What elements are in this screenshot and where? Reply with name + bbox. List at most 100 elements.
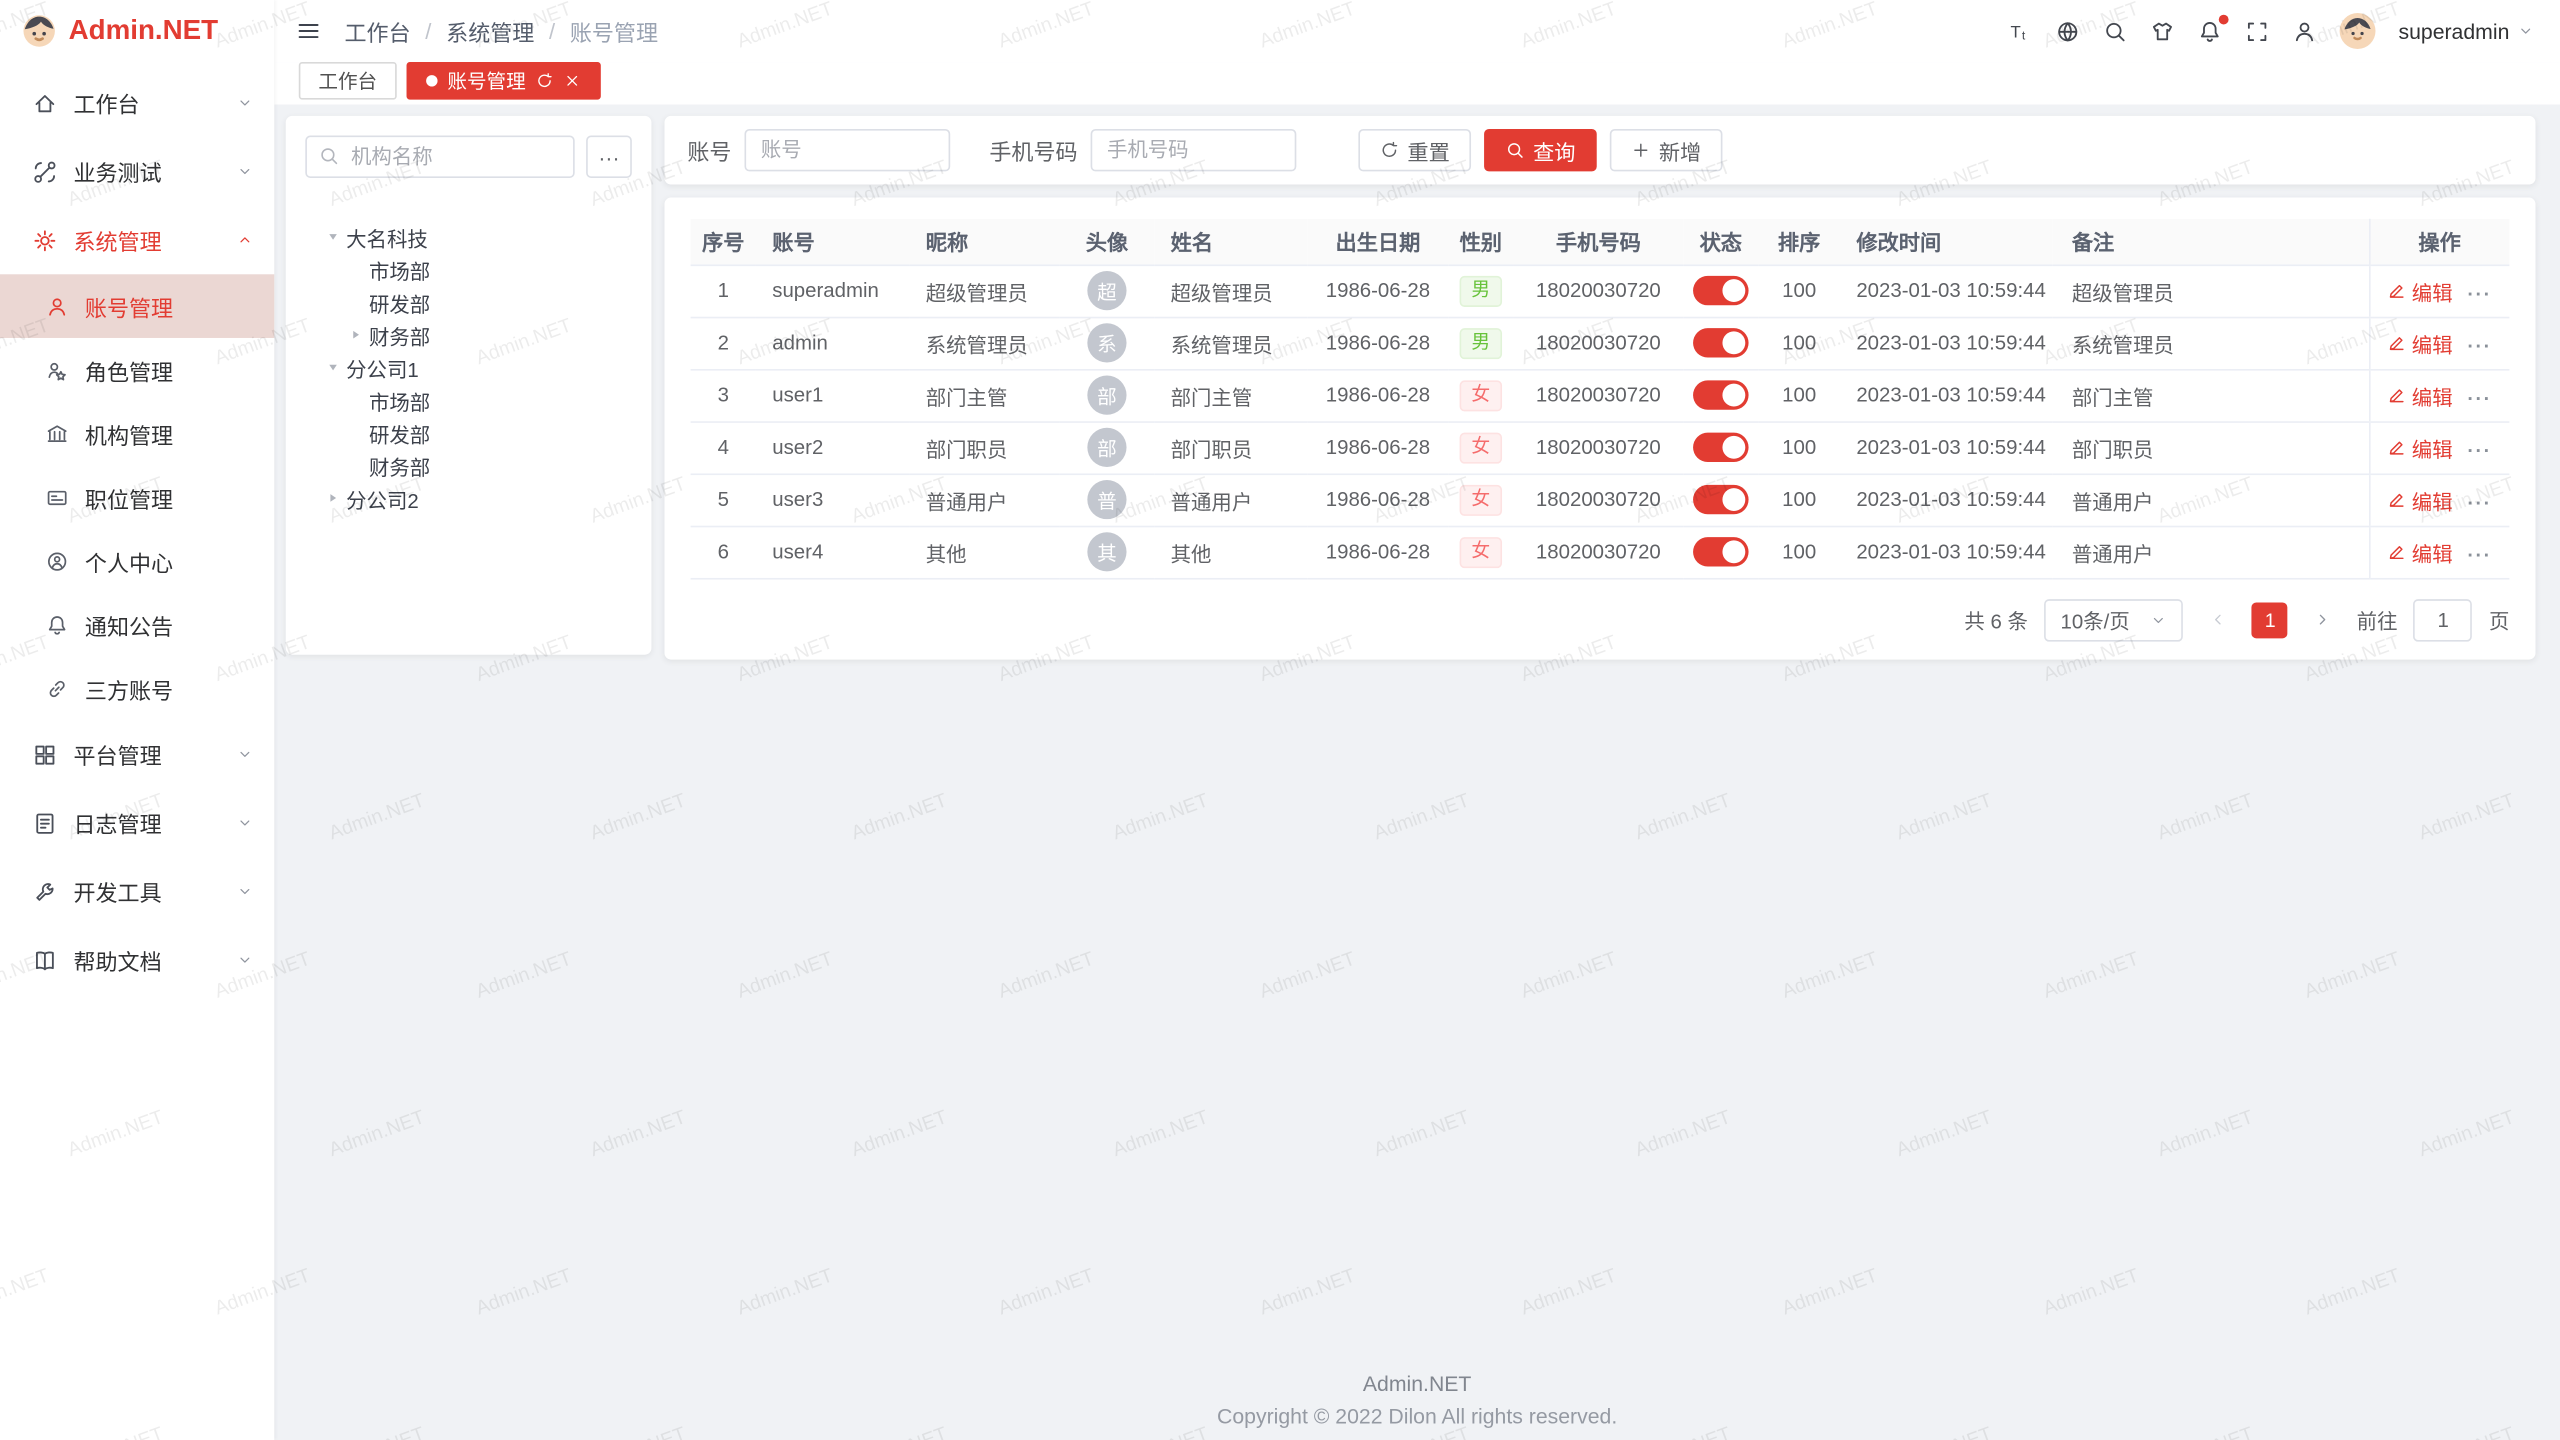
table-row: 4user2部门职员部部门职员1986-06-28女18020030720100… <box>691 421 2510 473</box>
search-button[interactable]: 查询 <box>1484 129 1597 171</box>
column-header: 操作 <box>2369 219 2509 265</box>
tab-account-mgmt[interactable]: 账号管理 <box>407 61 601 99</box>
tree-node[interactable]: 财务部 <box>305 449 632 482</box>
hamburger-menu-icon[interactable] <box>296 18 322 44</box>
font-size-icon[interactable]: Tt <box>2008 19 2032 43</box>
row-more-button[interactable]: ··· <box>2467 335 2491 358</box>
cell-remark: 普通用户 <box>2052 473 2369 525</box>
add-button-label: 新增 <box>1659 135 1701 166</box>
row-more-button[interactable]: ··· <box>2467 282 2491 305</box>
breadcrumb-item[interactable]: 系统管理 <box>446 15 534 48</box>
cell-gender: 男 <box>1448 264 1513 316</box>
sidebar-item-log-mgmt[interactable]: 日志管理 <box>0 789 274 858</box>
sidebar-item-position-mgmt[interactable]: 职位管理 <box>0 465 274 529</box>
edit-button[interactable]: 编辑 <box>2387 327 2452 358</box>
footer: Admin.NET Copyright © 2022 Dilon All rig… <box>274 1371 2560 1428</box>
page-number-button[interactable]: 1 <box>2252 602 2288 638</box>
status-toggle[interactable] <box>1693 433 1749 462</box>
tree-node[interactable]: 大名科技 <box>305 220 632 253</box>
tree-node[interactable]: 市场部 <box>305 384 632 417</box>
cell-account: user2 <box>756 421 909 473</box>
tree-node[interactable]: 分公司2 <box>305 482 632 515</box>
org-more-button[interactable]: ··· <box>586 136 632 178</box>
cell-nickname: 系统管理员 <box>909 317 1059 369</box>
sidebar-item-business-test[interactable]: 业务测试 <box>0 137 274 206</box>
sidebar-item-platform-mgmt[interactable]: 平台管理 <box>0 720 274 789</box>
sidebar-item-system-mgmt[interactable]: 系统管理 <box>0 206 274 275</box>
tab-workbench[interactable]: 工作台 <box>299 61 397 99</box>
caret-down-icon[interactable] <box>325 359 341 375</box>
status-toggle[interactable] <box>1693 328 1749 357</box>
gender-badge: 男 <box>1460 327 1502 358</box>
cell-remark: 普通用户 <box>2052 526 2369 578</box>
notification-bell-icon[interactable] <box>2198 19 2222 43</box>
edit-button[interactable]: 编辑 <box>2387 536 2452 567</box>
cell-status <box>1683 421 1758 473</box>
fullscreen-icon[interactable] <box>2245 19 2269 43</box>
tab-refresh-icon[interactable] <box>536 71 554 89</box>
reset-button[interactable]: 重置 <box>1358 129 1471 171</box>
column-header: 排序 <box>1758 219 1840 265</box>
edit-button[interactable]: 编辑 <box>2387 432 2452 463</box>
cell-name: 部门主管 <box>1154 369 1307 421</box>
caret-down-icon[interactable] <box>325 229 341 245</box>
row-more-button[interactable]: ··· <box>2467 544 2491 567</box>
user-menu[interactable]: superadmin <box>2398 19 2533 43</box>
column-header: 昵称 <box>909 219 1059 265</box>
tree-node[interactable]: 研发部 <box>305 416 632 449</box>
sidebar-item-notice[interactable]: 通知公告 <box>0 593 274 657</box>
edit-button[interactable]: 编辑 <box>2387 380 2452 411</box>
globe-icon[interactable] <box>2056 19 2080 43</box>
edit-icon <box>2387 490 2407 510</box>
sidebar-item-account-mgmt[interactable]: 账号管理 <box>0 274 274 338</box>
row-more-button[interactable]: ··· <box>2467 387 2491 410</box>
page-size-select[interactable]: 10条/页 <box>2044 598 2183 640</box>
account-input[interactable] <box>744 129 950 171</box>
row-more-button[interactable]: ··· <box>2467 491 2491 514</box>
tree-node[interactable]: 市场部 <box>305 253 632 286</box>
sidebar-item-help-docs[interactable]: 帮助文档 <box>0 926 274 995</box>
caret-right-icon[interactable] <box>325 490 341 506</box>
status-toggle[interactable] <box>1693 276 1749 305</box>
sidebar-item-org-mgmt[interactable]: 机构管理 <box>0 402 274 466</box>
cell-index: 3 <box>691 369 756 421</box>
edit-button[interactable]: 编辑 <box>2387 275 2452 306</box>
edit-button[interactable]: 编辑 <box>2387 484 2452 515</box>
user-avatar[interactable] <box>2340 13 2376 49</box>
tab-close-icon[interactable] <box>563 71 581 89</box>
row-more-button[interactable]: ··· <box>2467 439 2491 462</box>
tree-node[interactable]: 分公司1 <box>305 351 632 384</box>
status-toggle[interactable] <box>1693 485 1749 514</box>
cell-account: admin <box>756 317 909 369</box>
avatar: 部 <box>1087 428 1126 467</box>
cell-name: 系统管理员 <box>1154 317 1307 369</box>
phone-input[interactable] <box>1091 129 1297 171</box>
logo[interactable]: Admin.NET <box>0 0 274 62</box>
card-icon <box>46 486 69 509</box>
tree-node[interactable]: 财务部 <box>305 318 632 351</box>
caret-right-icon[interactable] <box>348 327 364 343</box>
add-button[interactable]: 新增 <box>1610 129 1723 171</box>
sidebar-item-label: 帮助文档 <box>73 944 161 977</box>
goto-page-input[interactable] <box>2414 598 2473 640</box>
sidebar-item-third-party-account[interactable]: 三方账号 <box>0 656 274 720</box>
breadcrumb-item[interactable]: 工作台 <box>344 15 410 48</box>
status-toggle[interactable] <box>1693 537 1749 566</box>
sidebar-item-personal-center[interactable]: 个人中心 <box>0 529 274 593</box>
breadcrumb-item[interactable]: 账号管理 <box>570 15 658 48</box>
next-page-button[interactable] <box>2304 602 2340 638</box>
cell-order: 100 <box>1758 317 1840 369</box>
sidebar-item-role-mgmt[interactable]: 角色管理 <box>0 338 274 402</box>
search-icon[interactable] <box>2103 19 2127 43</box>
search-icon <box>1505 140 1525 160</box>
sidebar-item-workbench[interactable]: 工作台 <box>0 69 274 138</box>
tree-node[interactable]: 研发部 <box>305 286 632 319</box>
profile-icon[interactable] <box>2292 19 2316 43</box>
org-search-input[interactable] <box>305 136 574 178</box>
sidebar-item-label: 个人中心 <box>85 544 173 577</box>
theme-icon[interactable] <box>2150 19 2174 43</box>
status-toggle[interactable] <box>1693 380 1749 409</box>
cell-remark: 部门职员 <box>2052 421 2369 473</box>
prev-page-button[interactable] <box>2200 602 2236 638</box>
sidebar-item-dev-tools[interactable]: 开发工具 <box>0 857 274 926</box>
